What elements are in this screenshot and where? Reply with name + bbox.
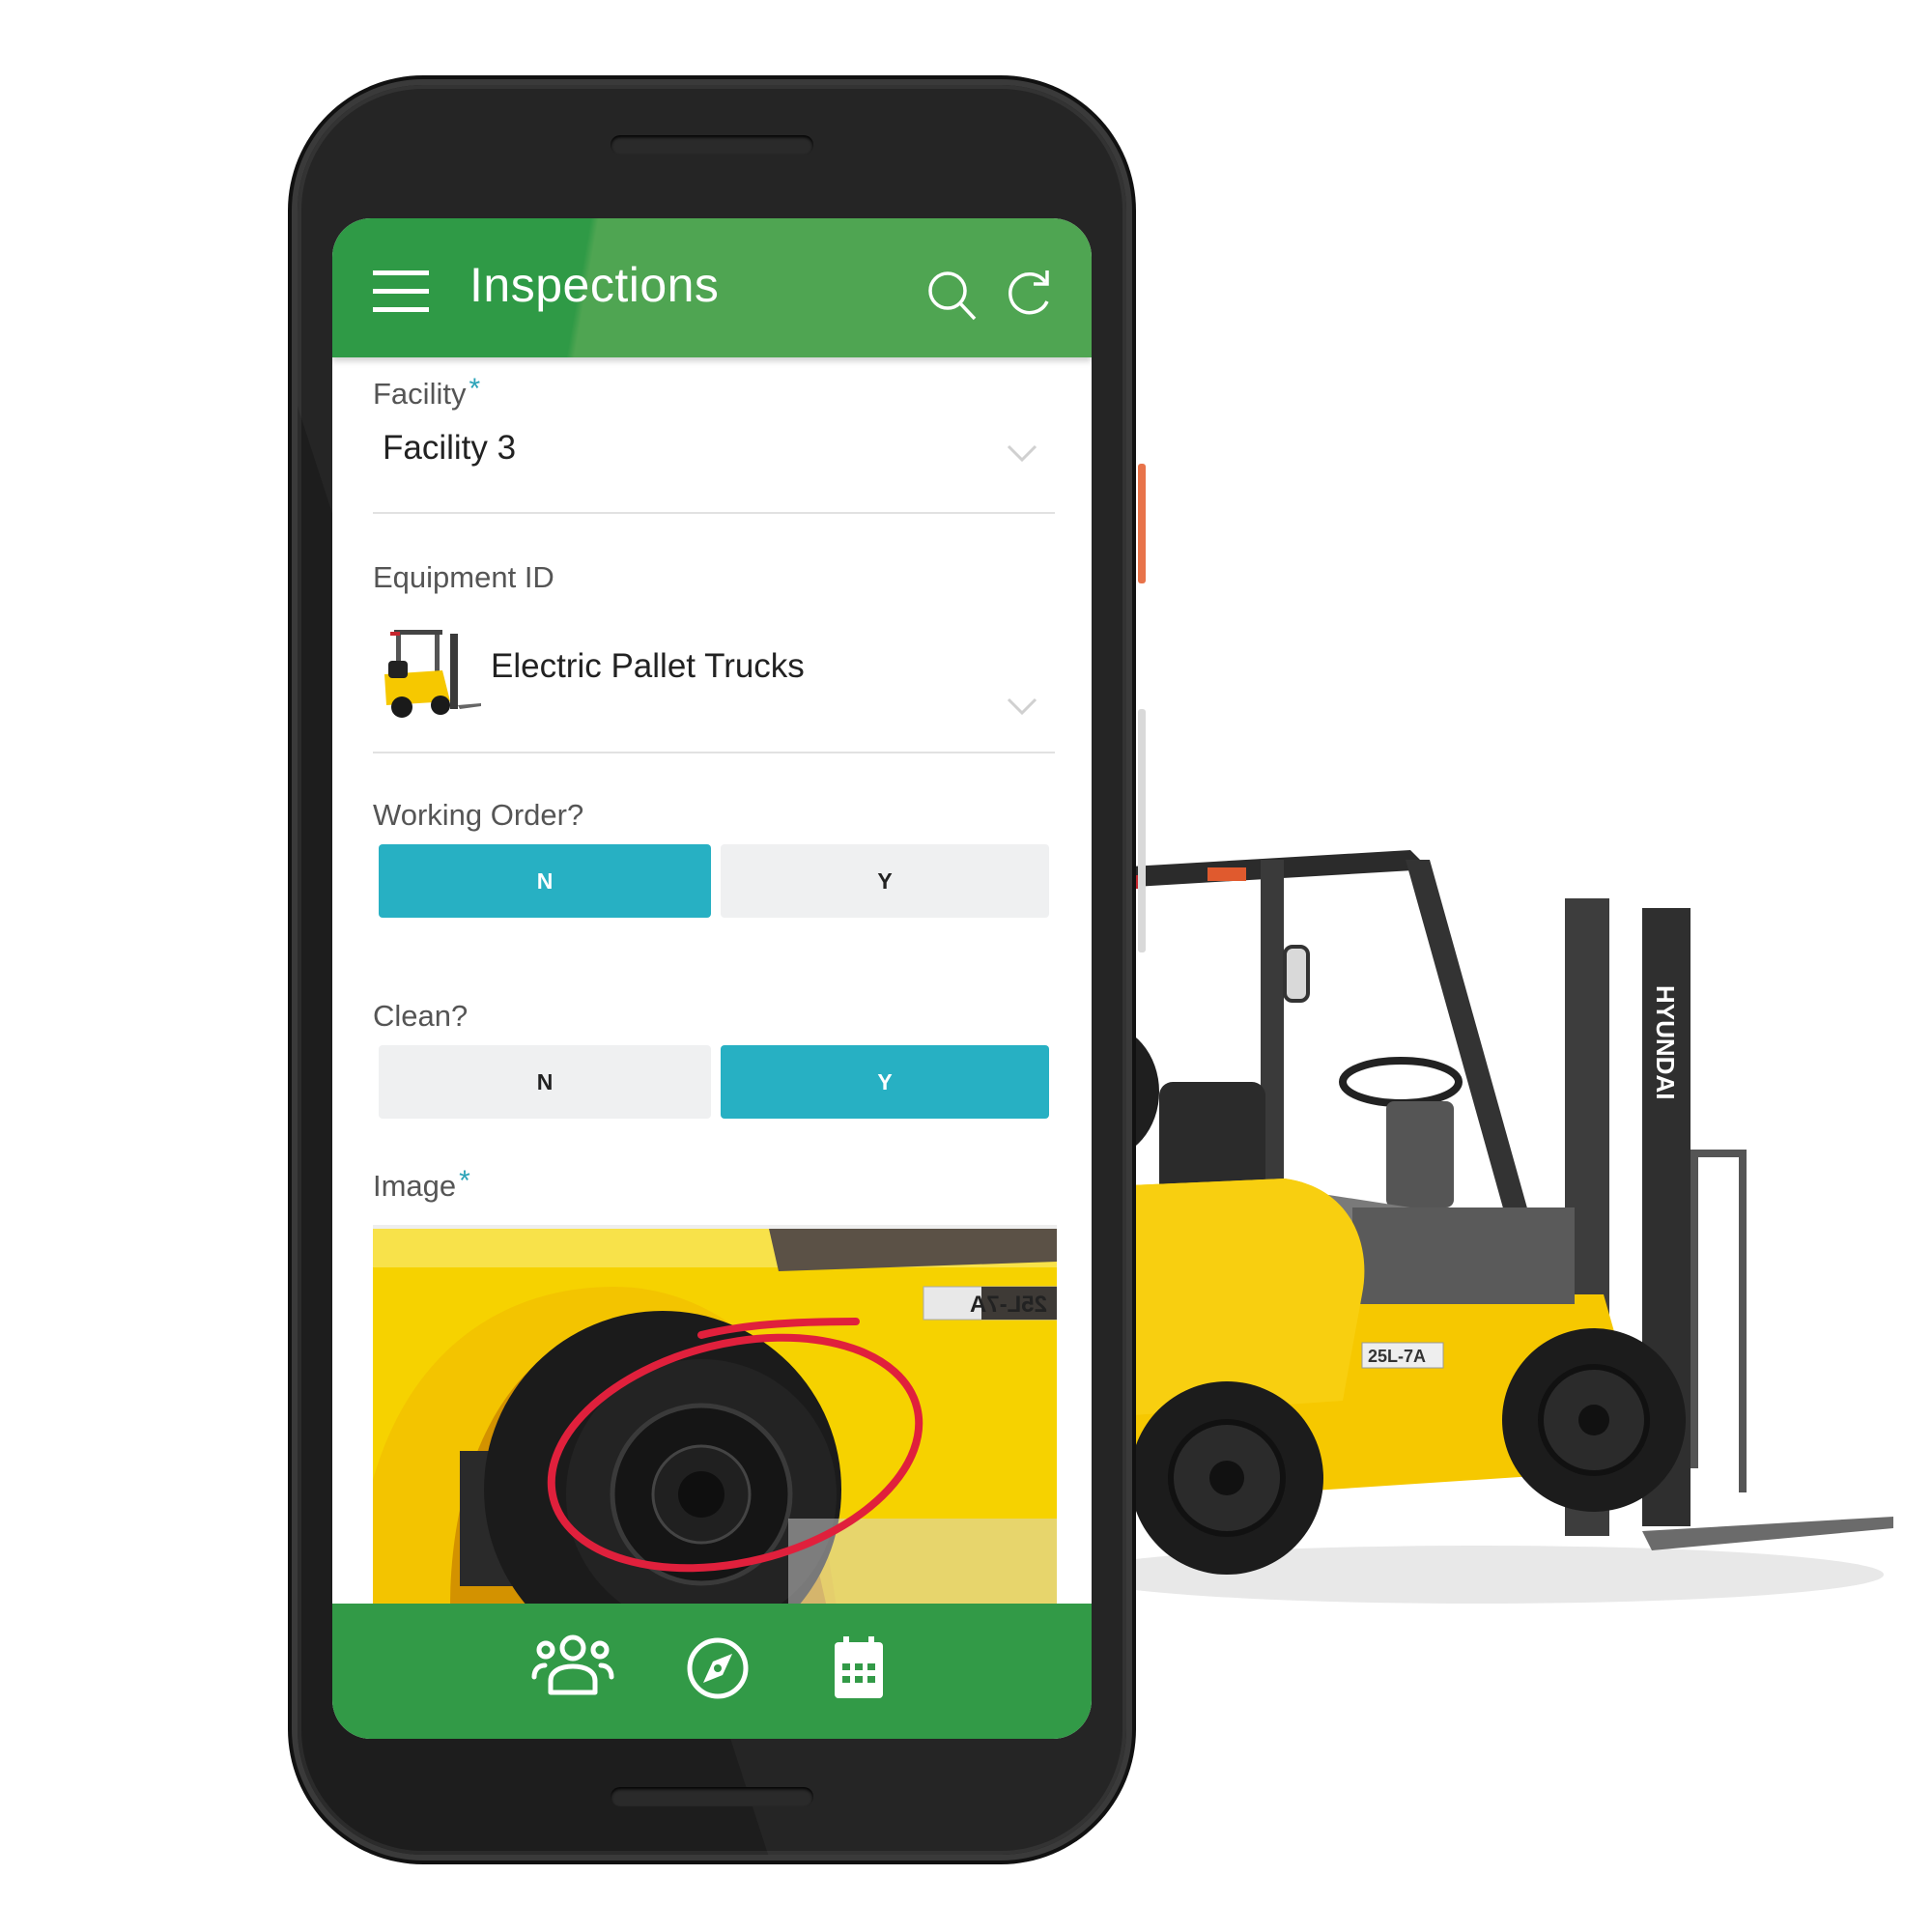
phone-power-button [1138,464,1146,583]
search-icon[interactable] [925,269,978,321]
chevron-down-icon [1007,697,1037,716]
people-icon[interactable] [531,1634,614,1702]
equipment-value: Electric Pallet Trucks [491,647,805,685]
calendar-icon[interactable] [817,1634,900,1702]
forklift-illustration: HYUNDAI 25L-7A [1063,850,1893,1604]
required-asterisk: * [469,373,481,405]
facility-value: Facility 3 [383,429,517,467]
clean-n-button[interactable]: N [379,1045,711,1119]
page-title: Inspections [469,258,720,312]
inspection-photo[interactable]: 25L-7A [373,1225,1057,1607]
app-header: Inspections [332,218,1092,357]
photo-decal-text: 25L-7A [970,1292,1047,1318]
working-order-n-button[interactable]: N [379,844,711,918]
phone-volume-button [1138,709,1146,952]
equipment-label: Equipment ID [373,560,554,594]
forklift-thumbnail [384,630,481,718]
phone-speaker-top [611,135,813,155]
clean-y-button[interactable]: Y [721,1045,1049,1119]
chevron-down-icon [1007,444,1037,463]
compass-icon[interactable] [676,1634,759,1702]
image-label: Image * [373,1165,470,1203]
clean-toggle: N Y [379,1045,1049,1119]
tire-photo-art: 25L-7A [373,1229,1057,1607]
required-asterisk: * [459,1165,470,1197]
facility-select[interactable]: Facility 3 [373,419,1055,514]
inspection-form: Facility * Facility 3 Equipment ID Elect… [332,357,1092,1607]
clean-label: Clean? [373,999,469,1033]
working-order-toggle: N Y [379,844,1049,918]
working-order-y-button[interactable]: Y [721,844,1049,918]
equipment-select[interactable]: Electric Pallet Trucks [373,607,1055,753]
phone-speaker-bottom [611,1787,813,1806]
bottom-navigation [332,1604,1092,1739]
mast-brand-text: HYUNDAI [1651,985,1680,1099]
body-decal-text: 25L-7A [1368,1347,1426,1366]
working-order-label: Working Order? [373,798,584,832]
menu-icon[interactable] [373,270,429,313]
app-screen: Inspections Facility * Facility 3 Equipme… [332,218,1092,1739]
phone-device: Inspections Facility * Facility 3 Equipme… [298,85,1146,1855]
refresh-icon[interactable] [1005,269,1055,319]
facility-label: Facility * [373,373,481,411]
